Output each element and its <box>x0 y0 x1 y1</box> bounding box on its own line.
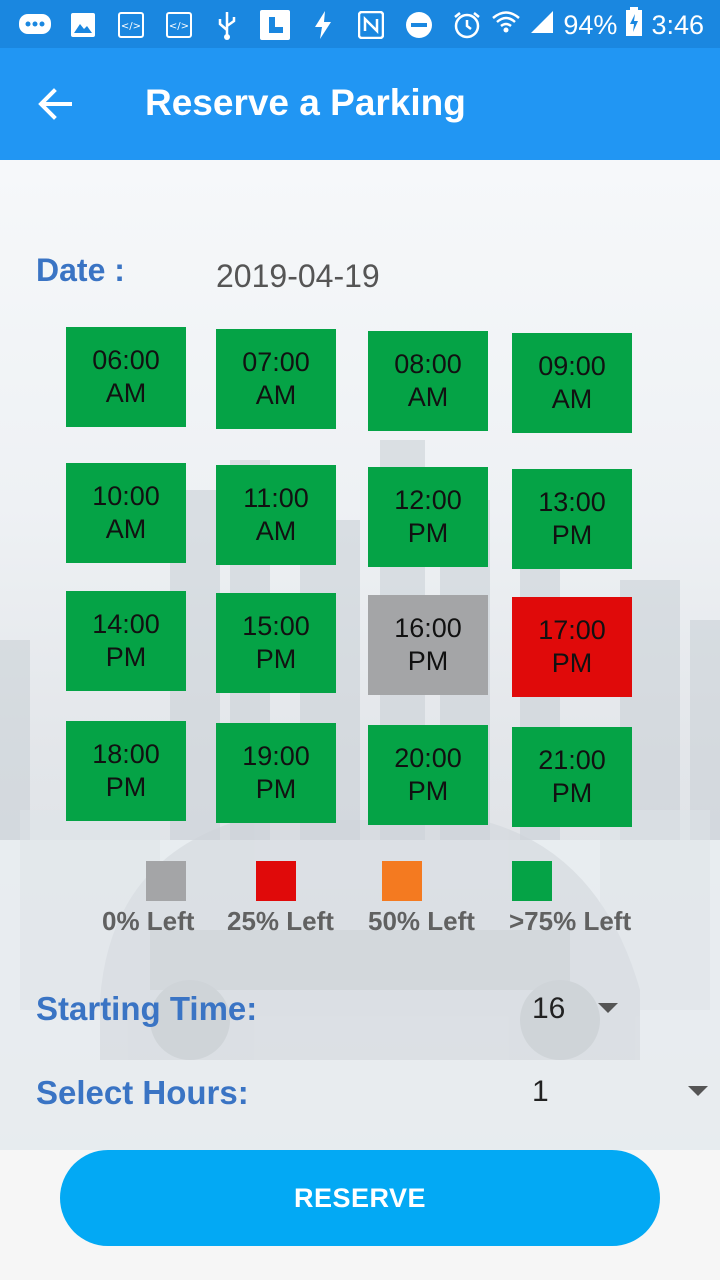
slot-time: 17:00 <box>538 615 606 645</box>
select-hours-value[interactable]: 1 <box>532 1075 549 1109</box>
slot-period: PM <box>255 644 297 674</box>
slot-period: AM <box>255 516 297 546</box>
slot-period: AM <box>255 380 297 410</box>
slot-time: 14:00 <box>92 609 160 639</box>
date-label: Date : <box>36 252 125 288</box>
slot-time: 11:00 <box>243 483 309 513</box>
legend-swatch-green <box>512 861 552 901</box>
slot-time: 10:00 <box>92 481 160 511</box>
chevron-down-icon[interactable] <box>598 1003 618 1013</box>
usb-icon <box>210 8 244 42</box>
slot-period: PM <box>105 772 147 802</box>
slot-period: PM <box>407 518 449 548</box>
slot-time: 09:00 <box>538 351 606 381</box>
time-slot-0900[interactable]: 09:00 AM <box>512 333 632 433</box>
slot-time: 21:00 <box>538 745 606 775</box>
app-bar: Reserve a Parking <box>0 48 720 160</box>
page-title: Reserve a Parking <box>145 82 466 123</box>
select-hours-label: Select Hours: <box>36 1074 249 1111</box>
image-icon <box>66 8 100 42</box>
status-bar: </> </> 94% 3:46 <box>0 0 720 48</box>
slot-time: 20:00 <box>394 743 462 773</box>
time-slot-0800[interactable]: 08:00 AM <box>368 331 488 431</box>
slot-time: 18:00 <box>92 739 160 769</box>
signal-icon <box>529 9 555 42</box>
chat-icon <box>18 8 52 42</box>
slot-period: PM <box>407 646 449 676</box>
slot-period: AM <box>407 382 449 412</box>
battery-icon <box>625 6 643 44</box>
clock: 3:46 <box>651 9 704 40</box>
legend-label: 0% Left <box>102 906 195 936</box>
svg-text:</>: </> <box>169 21 189 32</box>
slot-period: PM <box>255 774 297 804</box>
legend-swatch-orange <box>382 861 422 901</box>
slot-period: PM <box>105 642 147 672</box>
legend-swatch-gray <box>146 861 186 901</box>
time-slot-1300[interactable]: 13:00 PM <box>512 469 632 569</box>
legend-label: >75% Left <box>509 906 632 936</box>
slot-time: 15:00 <box>242 611 310 641</box>
time-slot-2100[interactable]: 21:00 PM <box>512 727 632 827</box>
notification-icons: </> </> <box>18 8 484 42</box>
status-right: 94% 3:46 <box>491 6 704 44</box>
time-slot-1600[interactable]: 16:00 PM <box>368 595 488 695</box>
time-slot-1700[interactable]: 17:00 PM <box>512 597 632 697</box>
chevron-down-icon[interactable] <box>688 1086 708 1096</box>
back-arrow-icon[interactable] <box>32 80 80 128</box>
time-slot-1400[interactable]: 14:00 PM <box>66 591 186 691</box>
dnd-icon <box>402 8 436 42</box>
slot-time: 19:00 <box>242 741 310 771</box>
legend-label: 25% Left <box>227 906 334 936</box>
legend-swatch-red <box>256 861 296 901</box>
slot-time: 08:00 <box>394 349 462 379</box>
legend-label: 50% Left <box>368 906 475 936</box>
slot-period: AM <box>105 378 147 408</box>
slot-time: 13:00 <box>538 487 606 517</box>
slot-time: 07:00 <box>242 347 310 377</box>
svg-text:</>: </> <box>121 21 141 32</box>
slot-period: AM <box>551 384 593 414</box>
slot-period: PM <box>551 778 593 808</box>
flash-icon <box>306 8 340 42</box>
slot-time: 16:00 <box>394 613 462 643</box>
date-value[interactable]: 2019-04-19 <box>216 258 380 295</box>
slot-period: AM <box>105 514 147 544</box>
time-slot-1500[interactable]: 15:00 PM <box>216 593 336 693</box>
battery-percent: 94% <box>563 9 618 40</box>
time-slot-1100[interactable]: 11:00 AM <box>216 465 336 565</box>
starting-time-label: Starting Time: <box>36 990 258 1027</box>
reserve-button[interactable]: RESERVE <box>60 1150 660 1246</box>
time-slot-1000[interactable]: 10:00 AM <box>66 463 186 563</box>
code-icon: </> <box>162 8 196 42</box>
wifi-icon <box>491 9 521 42</box>
time-slot-1800[interactable]: 18:00 PM <box>66 721 186 821</box>
slot-period: PM <box>551 520 593 550</box>
slot-period: PM <box>407 776 449 806</box>
slot-time: 06:00 <box>92 345 160 375</box>
time-slot-0700[interactable]: 07:00 AM <box>216 329 336 429</box>
code-icon: </> <box>114 8 148 42</box>
time-slot-2000[interactable]: 20:00 PM <box>368 725 488 825</box>
time-slot-1900[interactable]: 19:00 PM <box>216 723 336 823</box>
slot-period: PM <box>551 648 593 678</box>
screenshot-icon <box>258 8 292 42</box>
starting-time-value[interactable]: 16 <box>532 992 565 1026</box>
time-slot-0600[interactable]: 06:00 AM <box>66 327 186 427</box>
nfc-icon <box>354 8 388 42</box>
slot-time: 12:00 <box>394 485 462 515</box>
time-slot-1200[interactable]: 12:00 PM <box>368 467 488 567</box>
alarm-icon <box>450 8 484 42</box>
